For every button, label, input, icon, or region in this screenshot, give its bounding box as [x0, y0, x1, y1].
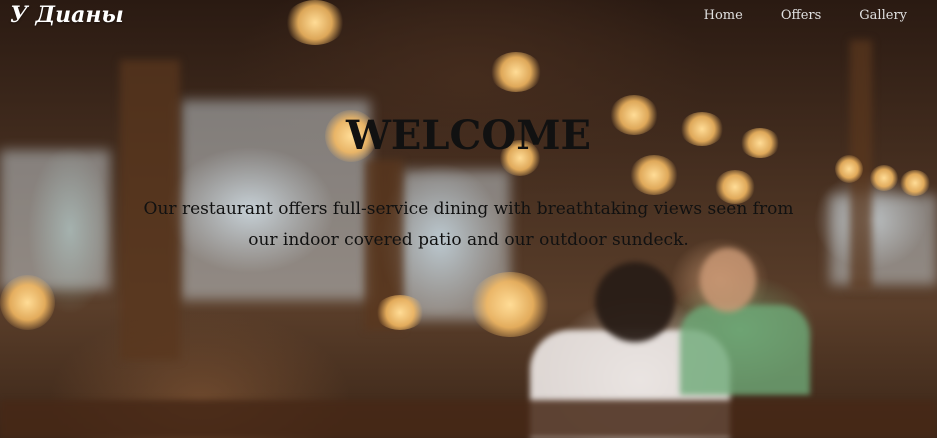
- nav-link-gallery[interactable]: Gallery: [859, 8, 907, 23]
- nav-links: Home Offers Gallery: [704, 8, 907, 23]
- navbar: У Дианы Home Offers Gallery: [0, 0, 937, 34]
- brand-logo[interactable]: У Дианы: [10, 2, 124, 28]
- hero-description: Our restaurant offers full-service dinin…: [143, 199, 794, 250]
- nav-link-home[interactable]: Home: [704, 8, 743, 23]
- page: У Дианы Home Offers Gallery WELCOME Our …: [0, 0, 937, 438]
- nav-link-offers[interactable]: Offers: [781, 8, 821, 23]
- hero-title: WELCOME: [346, 112, 591, 159]
- hero-section: WELCOME Our restaurant offers full-servi…: [0, 0, 937, 438]
